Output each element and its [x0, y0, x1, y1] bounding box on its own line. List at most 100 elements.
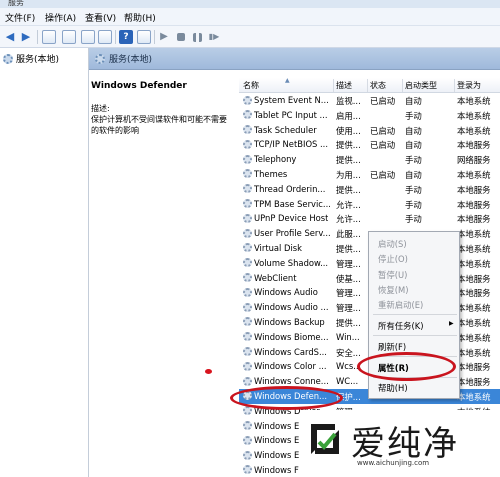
toolbar: ◀ ▶ ? ▶ ▮▶ [0, 26, 500, 48]
submenu-arrow-icon: ▶ [449, 320, 454, 327]
table-row[interactable]: Task Scheduler 使用... 已启动 自动 本地系统 [239, 123, 500, 138]
export-list-icon[interactable] [98, 30, 112, 44]
restart-service-icon[interactable]: ▮▶ [207, 30, 221, 44]
menu-action[interactable]: 操作(A) [45, 11, 76, 24]
service-name: Windows Audio ... [254, 302, 329, 313]
service-name: Windows Conne... [254, 376, 329, 387]
service-logon: 本地系统 [457, 96, 491, 106]
service-name: Windows Audio [254, 287, 318, 298]
service-logon: 本地系统 [457, 317, 491, 328]
menu-item-stop[interactable]: 停止(O) [378, 253, 408, 265]
column-header-logon-as[interactable]: 登录为 [457, 80, 481, 91]
table-row[interactable]: Tablet PC Input ... 启用... 手动 本地系统 [239, 108, 500, 123]
service-gear-icon [243, 258, 252, 268]
service-logon: 本地系统 [457, 229, 491, 240]
service-startup: 手动 [405, 199, 422, 210]
service-desc: 安全... [336, 347, 361, 358]
service-gear-icon [243, 361, 252, 371]
table-row[interactable]: Themes 为用... 已启动 自动 本地系统 [239, 167, 500, 182]
service-gear-icon [243, 199, 252, 209]
help-icon[interactable]: ? [119, 30, 133, 44]
column-header-startup-type[interactable]: 启动类型 [405, 80, 437, 91]
service-name: Volume Shadow... [254, 257, 329, 268]
service-logon: 本地系统 [457, 243, 491, 254]
column-divider[interactable] [454, 79, 455, 92]
table-row[interactable]: Telephony 提供... 手动 网络服务 [239, 152, 500, 167]
service-logon: 本地服务 [457, 184, 491, 195]
toolbar-separator [154, 30, 155, 44]
table-row[interactable]: System Event N... 监视... 已启动 自动 本地系统 [239, 93, 500, 108]
toolbar-separator [37, 30, 38, 44]
service-name: Windows F [254, 464, 299, 475]
service-logon: 本地系统 [457, 110, 491, 121]
service-gear-icon [243, 243, 252, 253]
table-row[interactable]: Thread Orderin... 提供... 手动 本地服务 [239, 182, 500, 197]
service-gear-icon [243, 169, 252, 179]
service-desc: 使基... [336, 273, 361, 284]
service-logon: 本地系统 [457, 347, 491, 358]
service-logon: 本地系统 [457, 332, 491, 343]
annotation-ellipse-properties [357, 352, 456, 381]
service-name: Tablet PC Input ... [254, 109, 328, 120]
service-name: TCP/IP NetBIOS ... [254, 139, 329, 150]
service-desc: 启用... [336, 110, 361, 121]
service-gear-icon [243, 376, 252, 386]
service-logon: 本地服务 [457, 273, 491, 284]
service-logon: 本地系统 [457, 303, 491, 314]
column-divider[interactable] [333, 79, 334, 92]
service-desc: 管理... [336, 288, 361, 299]
sort-ascending-icon: ▲ [285, 77, 290, 84]
service-startup: 自动 [405, 169, 422, 180]
column-header-name[interactable]: 名称 [243, 80, 259, 91]
services-gear-icon [3, 53, 13, 64]
service-gear-icon [243, 125, 252, 135]
show-tree-icon[interactable] [42, 30, 56, 44]
menu-file[interactable]: 文件(F) [5, 11, 35, 24]
forward-arrow-icon[interactable]: ▶ [19, 30, 33, 44]
column-header-bar: ▲ 名称 描述 状态 启动类型 登录为 [239, 77, 500, 93]
service-gear-icon [243, 465, 252, 475]
stop-service-icon[interactable] [177, 33, 185, 41]
menu-help[interactable]: 帮助(H) [124, 11, 156, 24]
window-titlebar: 服务 [0, 0, 500, 8]
pane-title: 服务(本地) [109, 55, 153, 65]
service-gear-icon [243, 317, 252, 327]
service-name: Windows E [254, 450, 300, 461]
tree-item-services-local[interactable]: 服务(本地) [3, 52, 59, 65]
view-icon[interactable] [137, 30, 151, 44]
column-divider[interactable] [402, 79, 403, 92]
service-logon: 本地服务 [457, 362, 491, 373]
service-status: 已启动 [370, 169, 396, 180]
menu-item-help[interactable]: 帮助(H) [378, 382, 408, 394]
service-name: Telephony [254, 154, 297, 165]
pause-service-icon[interactable] [193, 33, 202, 42]
service-logon: 本地服务 [457, 377, 491, 388]
annotation-ellipse-service [230, 386, 343, 410]
properties-icon[interactable] [62, 30, 76, 44]
window-title: 服务 [8, 0, 24, 7]
menu-view[interactable]: 查看(V) [85, 11, 116, 24]
start-service-icon[interactable]: ▶ [157, 30, 171, 44]
table-row[interactable]: TPM Base Servic... 允许... 手动 本地服务 [239, 197, 500, 212]
column-divider[interactable] [367, 79, 368, 92]
watermark-brand: 爱纯净 [351, 424, 459, 464]
menu-item-restart[interactable]: 重新启动(E) [378, 299, 423, 311]
menu-item-resume[interactable]: 恢复(M) [378, 284, 409, 296]
menu-item-pause[interactable]: 暂停(U) [378, 269, 407, 281]
column-header-description[interactable]: 描述 [336, 80, 352, 91]
back-arrow-icon[interactable]: ◀ [3, 30, 17, 44]
table-row[interactable]: TCP/IP NetBIOS ... 提供... 已启动 自动 本地服务 [239, 137, 500, 152]
service-name: Windows Biome... [254, 331, 329, 342]
service-name: Task Scheduler [254, 124, 317, 135]
menu-item-start[interactable]: 启动(S) [378, 238, 407, 250]
refresh-icon[interactable] [81, 30, 95, 44]
service-gear-icon [243, 110, 252, 120]
service-desc: 提供... [336, 184, 361, 195]
service-logon: 本地服务 [457, 199, 491, 210]
menu-item-all-tasks[interactable]: 所有任务(K) [378, 320, 424, 332]
service-logon: 本地服务 [457, 288, 491, 299]
service-gear-icon [243, 332, 252, 342]
column-header-status[interactable]: 状态 [370, 80, 386, 91]
table-row[interactable]: UPnP Device Host 允许... 手动 本地服务 [239, 211, 500, 226]
service-desc: 监视... [336, 96, 361, 106]
